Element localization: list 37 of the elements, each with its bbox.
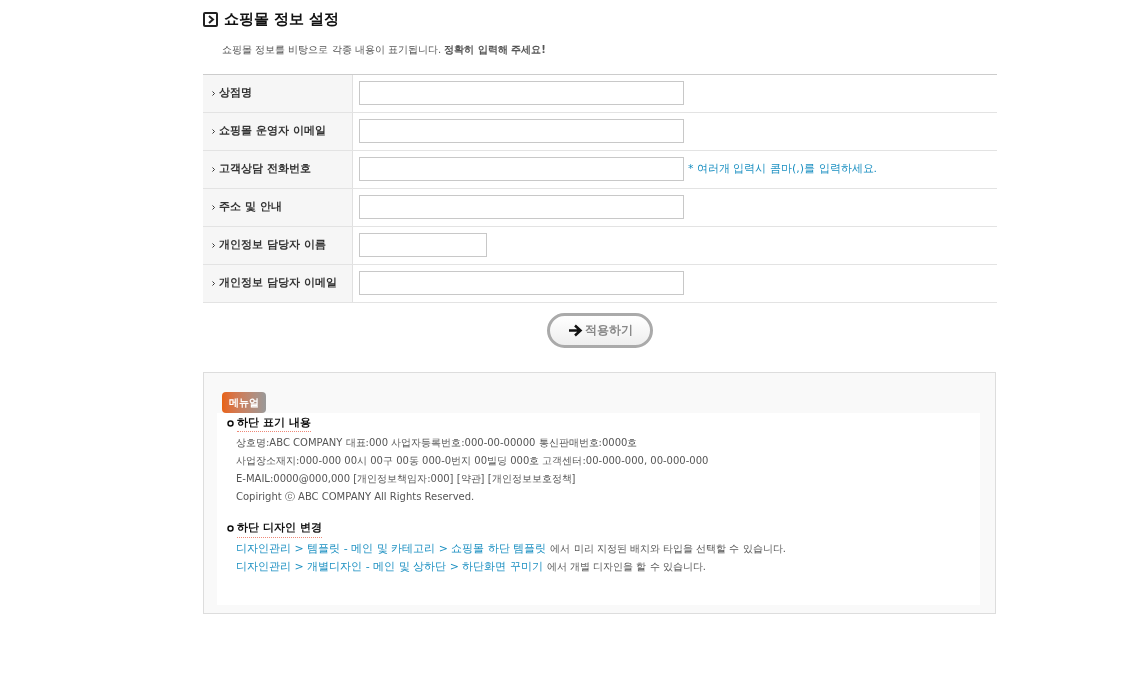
field-label: 개인정보 담당자 이름 — [203, 226, 353, 264]
chevron-icon — [212, 204, 215, 210]
info-text: Copiright ⓒ ABC COMPANY All Rights Reserved. — [236, 490, 475, 504]
bullet-icon — [227, 419, 234, 427]
chevron-icon — [212, 280, 215, 286]
field-label: 고객상담 전화번호 — [203, 150, 353, 188]
input-field[interactable] — [359, 195, 684, 219]
section-heading: 하단 디자인 변경 — [237, 520, 322, 538]
field-label: 개인정보 담당자 이메일 — [203, 264, 353, 302]
chevron-icon — [212, 128, 215, 134]
input-field[interactable] — [359, 81, 684, 105]
info-text: 에서 미리 지정된 배치와 타입을 선택할 수 있습니다. — [550, 541, 786, 556]
chevron-icon — [212, 166, 215, 172]
input-field[interactable] — [359, 233, 487, 257]
field-label: 주소 및 안내 — [203, 188, 353, 226]
input-field[interactable] — [359, 271, 684, 295]
field-label: 상점명 — [203, 74, 353, 112]
section-heading: 하단 표기 내용 — [237, 414, 311, 432]
manual-badge: 메뉴얼 — [222, 391, 266, 413]
page-title: 쇼핑몰 정보 설정 — [224, 9, 340, 30]
apply-button[interactable]: 적용하기 — [547, 312, 653, 348]
info-text: 상호명:ABC COMPANY 대표:000 사업자등록번호:000-00-00000 통신판매번호:0000호 — [236, 436, 638, 450]
menu-path-link[interactable]: 디자인관리 > 템플릿 - 메인 및 카테고리 > 쇼핑몰 하단 템플릿 — [236, 541, 547, 556]
input-field[interactable] — [359, 157, 684, 181]
chevron-icon — [212, 242, 215, 248]
bullet-icon — [227, 525, 234, 533]
info-text: E-MAIL:0000@000,000 [개인정보책임자:000] [약관] [개인정보보호정책] — [236, 472, 576, 486]
arrow-box-icon — [203, 11, 218, 27]
hint-text: * 여러개 입력시 콤마(,)를 입력하세요. — [688, 160, 878, 177]
chevron-icon — [212, 90, 215, 96]
field-label: 쇼핑몰 운영자 이메일 — [203, 112, 353, 150]
description-text: 쇼핑몰 정보를 비탕으로 각종 내용이 표기됩니다. 정확히 입력해 주세요! — [222, 42, 547, 57]
info-text: 사업장소재지:000-000 00시 00구 00동 000-0번지 00빌딩 000호 고객센터:00-000-000, 00-000-000 — [236, 454, 709, 468]
right-arrow-icon — [567, 323, 583, 337]
menu-path-link[interactable]: 디자인관리 > 개별디자인 - 메인 및 상하단 > 하단화면 꾸미기 — [236, 559, 543, 574]
info-text: 에서 개별 디자인을 할 수 있습니다. — [546, 559, 706, 574]
input-field[interactable] — [359, 119, 684, 143]
